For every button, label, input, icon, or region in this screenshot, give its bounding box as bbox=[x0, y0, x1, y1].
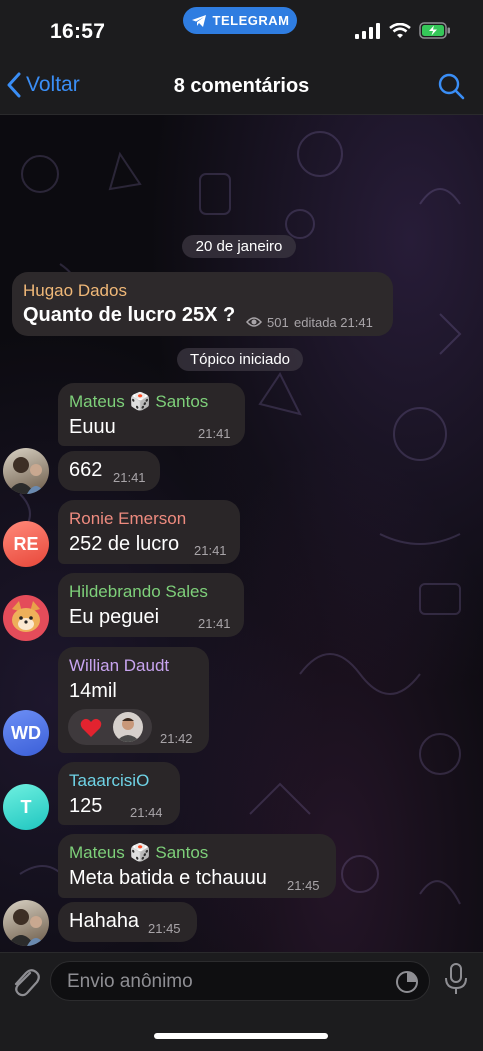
original-post[interactable]: Hugao Dados Quanto de lucro 25X ? 501 ed… bbox=[12, 272, 393, 336]
message-bubble[interactable]: Mateus 🎲 Santos Euuu 21:41 bbox=[58, 383, 245, 446]
person-photo-icon bbox=[7, 457, 45, 494]
message-input-placeholder: Envio anônimo bbox=[67, 971, 193, 992]
paperclip-icon bbox=[14, 969, 40, 997]
message-text: Euuu bbox=[69, 416, 116, 438]
home-indicator bbox=[154, 1033, 328, 1039]
message-time: 21:45 bbox=[287, 878, 320, 893]
message-bubble[interactable]: Hildebrando Sales Eu peguei 21:41 bbox=[58, 573, 244, 637]
reactor-avatar[interactable] bbox=[113, 712, 143, 742]
avatar-initials: T bbox=[20, 796, 32, 817]
message-sender[interactable]: TaaarcisiO bbox=[69, 771, 149, 791]
avatar-willian[interactable]: WD bbox=[3, 710, 49, 756]
search-button[interactable] bbox=[437, 72, 465, 105]
message-text: Hahaha bbox=[69, 910, 140, 932]
date-divider: 20 de janeiro bbox=[182, 235, 296, 258]
message-text: Eu peguei bbox=[69, 606, 160, 628]
avatar-hildebrando[interactable] bbox=[3, 595, 49, 641]
message-time: 21:41 bbox=[198, 616, 231, 631]
message-sender[interactable]: Mateus 🎲 Santos bbox=[69, 843, 208, 863]
avatar-initials: RE bbox=[13, 533, 39, 554]
status-bar: 16:57 TELEGRAM bbox=[0, 0, 483, 60]
signal-icon bbox=[355, 22, 380, 39]
microphone-icon bbox=[445, 963, 467, 994]
message-time: 21:41 bbox=[198, 426, 231, 441]
post-meta: editada 21:41 bbox=[294, 315, 373, 330]
message-text: 14mil bbox=[69, 680, 117, 702]
search-icon bbox=[438, 73, 465, 100]
person-photo-icon bbox=[7, 909, 45, 946]
avatar-initials: WD bbox=[11, 722, 41, 743]
avatar-ronie[interactable]: RE bbox=[3, 521, 49, 567]
message-text: 252 de lucro bbox=[69, 533, 180, 555]
post-views: 501 bbox=[267, 315, 289, 330]
battery-charging-icon bbox=[419, 22, 450, 39]
attach-button[interactable] bbox=[10, 965, 40, 1002]
message-text: Meta batida e tchauuu bbox=[69, 867, 267, 889]
message-sender[interactable]: Hildebrando Sales bbox=[69, 582, 208, 602]
message-sender[interactable]: Ronie Emerson bbox=[69, 509, 186, 529]
message-time: 21:44 bbox=[130, 805, 163, 820]
message-bubble[interactable]: TaaarcisiO 125 21:44 bbox=[58, 762, 180, 825]
message-bubble[interactable]: Willian Daudt 14mil 21:42 bbox=[58, 647, 209, 753]
wifi-icon bbox=[389, 22, 411, 38]
message-input[interactable]: Envio anônimo bbox=[50, 961, 430, 1001]
sticker-icon[interactable] bbox=[395, 970, 419, 994]
post-text: Quanto de lucro 25X ? bbox=[23, 304, 236, 326]
voice-button[interactable] bbox=[444, 963, 468, 1000]
status-time: 16:57 bbox=[50, 20, 106, 43]
shiba-dog-icon bbox=[12, 601, 40, 632]
message-time: 21:42 bbox=[160, 731, 193, 746]
message-bubble[interactable]: Ronie Emerson 252 de lucro 21:41 bbox=[58, 500, 240, 564]
message-time: 21:45 bbox=[148, 921, 181, 936]
message-sender[interactable]: Mateus 🎲 Santos bbox=[69, 392, 208, 412]
page-title: 8 comentários bbox=[173, 75, 310, 97]
message-bubble[interactable]: Hahaha 21:45 bbox=[58, 902, 197, 942]
message-sender[interactable]: Willian Daudt bbox=[69, 656, 169, 676]
telegram-pill-label: TELEGRAM bbox=[212, 13, 290, 28]
person-photo-icon bbox=[116, 718, 140, 742]
eye-icon bbox=[246, 317, 262, 327]
heart-reaction-icon bbox=[80, 718, 102, 737]
telegram-pill[interactable]: TELEGRAM bbox=[183, 7, 297, 34]
post-author[interactable]: Hugao Dados bbox=[23, 281, 127, 301]
message-time: 21:41 bbox=[113, 470, 146, 485]
message-time: 21:41 bbox=[194, 543, 227, 558]
message-bubble[interactable]: 662 21:41 bbox=[58, 451, 160, 491]
message-bubble[interactable]: Mateus 🎲 Santos Meta batida e tchauuu 21… bbox=[58, 834, 336, 898]
message-text: 125 bbox=[69, 795, 103, 817]
reaction-chip[interactable] bbox=[68, 709, 152, 745]
status-icons bbox=[355, 22, 451, 39]
avatar-mateus[interactable] bbox=[3, 900, 49, 946]
avatar-taaarcisio[interactable]: T bbox=[3, 784, 49, 830]
nav-bar: Voltar 8 comentários bbox=[0, 60, 483, 115]
telegram-icon bbox=[191, 14, 206, 27]
topic-started-notice: Tópico iniciado bbox=[177, 348, 303, 371]
avatar-mateus[interactable] bbox=[3, 448, 49, 494]
message-text: 662 bbox=[69, 459, 103, 481]
